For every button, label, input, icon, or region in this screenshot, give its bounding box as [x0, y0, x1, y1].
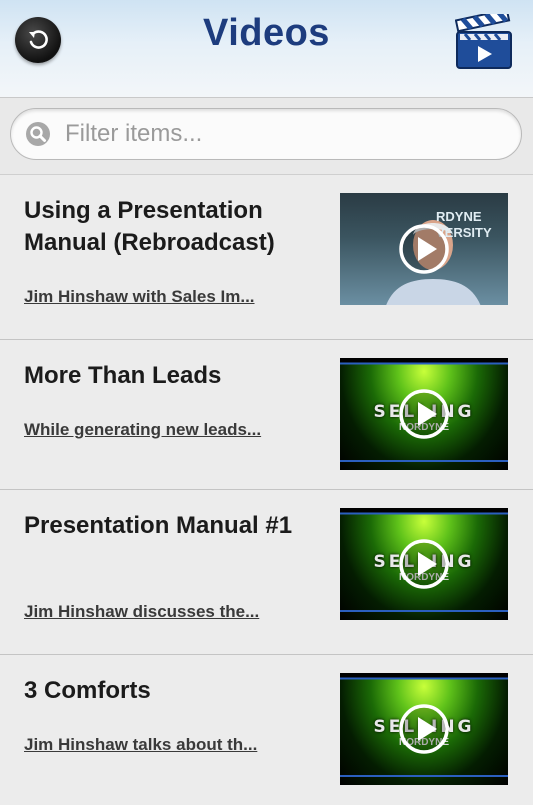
search-field[interactable] [10, 108, 522, 160]
play-icon[interactable] [398, 703, 450, 755]
list-item[interactable]: 3 Comforts Jim Hinshaw talks about th...… [0, 655, 533, 805]
video-thumbnail[interactable]: SELLING NORDYNE [340, 673, 508, 785]
item-title: More Than Leads [24, 362, 222, 389]
search-bar [0, 98, 533, 175]
item-subtitle[interactable]: Jim Hinshaw with Sales Im... [24, 287, 309, 307]
item-title: Using a Presentation Manual (Rebroadcast… [24, 197, 275, 256]
list-item[interactable]: More Than Leads While generating new lea… [0, 340, 533, 490]
item-title: Presentation Manual #1 [24, 512, 293, 539]
item-subtitle[interactable]: Jim Hinshaw talks about th... [24, 735, 309, 755]
video-thumbnail[interactable]: SELLING NORDYNE [340, 508, 508, 620]
play-icon[interactable] [398, 388, 450, 440]
list-item[interactable]: Presentation Manual #1 Jim Hinshaw discu… [0, 490, 533, 655]
item-title: 3 Comforts [24, 677, 151, 704]
header-bar: Videos [0, 0, 533, 98]
list-item[interactable]: Using a Presentation Manual (Rebroadcast… [0, 175, 533, 340]
page-title: Videos [203, 12, 330, 54]
video-thumbnail[interactable]: RDYNE VERSITY [340, 193, 508, 305]
video-thumbnail[interactable]: SELLING NORDYNE [340, 358, 508, 470]
play-icon[interactable] [398, 538, 450, 590]
item-subtitle[interactable]: While generating new leads... [24, 420, 309, 440]
search-icon [26, 122, 50, 146]
search-input[interactable] [63, 117, 507, 151]
play-icon[interactable] [398, 223, 450, 275]
video-clapper-icon[interactable] [455, 14, 513, 70]
item-subtitle[interactable]: Jim Hinshaw discusses the... [24, 602, 309, 622]
